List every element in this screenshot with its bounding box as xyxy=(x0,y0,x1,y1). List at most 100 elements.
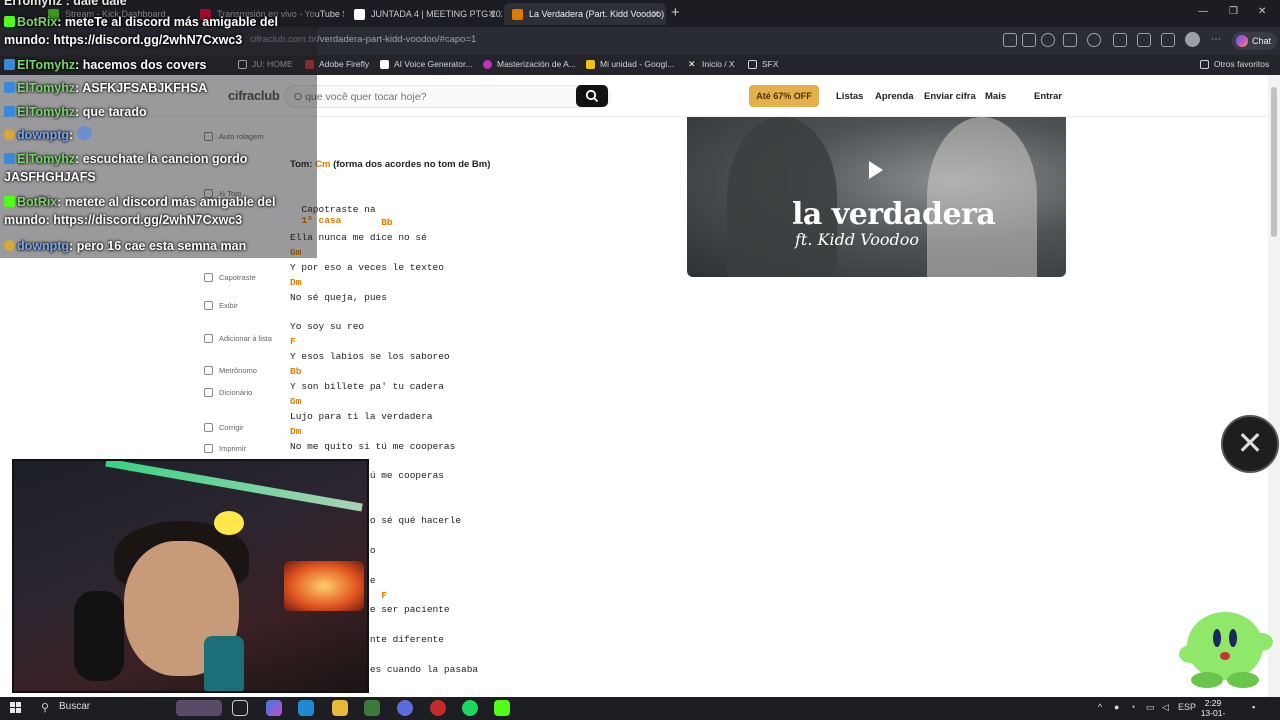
add-list-tool[interactable]: Adicionar à lista xyxy=(204,334,274,343)
other-bookmarks-label: Otros favoritos xyxy=(1214,59,1270,69)
new-tab-button[interactable]: + xyxy=(671,4,680,21)
tab-cifraclub[interactable]: La Verdadera (Part. Kidd Voodoo) ✕ xyxy=(504,3,666,25)
chord-line[interactable]: Dm xyxy=(290,277,301,288)
search-icon[interactable]: ⚲ xyxy=(41,701,49,714)
close-icon[interactable]: ✕ xyxy=(488,9,496,20)
fix-tool[interactable]: Corrigir xyxy=(204,423,274,432)
task-view-icon[interactable] xyxy=(232,700,248,716)
nav-enviar-cifra[interactable]: Enviar cifra xyxy=(924,91,976,102)
chord-line[interactable]: Dm xyxy=(290,426,301,437)
bookmark-label: Mi unidad - Googl... xyxy=(600,59,675,69)
led-strip xyxy=(105,461,363,512)
taskbar-widget[interactable] xyxy=(176,700,222,716)
copilot-chat-button[interactable]: Chat xyxy=(1232,32,1278,50)
extensions-icon[interactable] xyxy=(1113,33,1127,47)
lyric-line: No sé queja, pues xyxy=(290,291,387,303)
metronome-icon xyxy=(204,366,213,375)
nav-entrar[interactable]: Entrar xyxy=(1034,91,1062,102)
other-bookmarks[interactable]: Otros favoritos xyxy=(1200,59,1269,69)
chord-line[interactable]: F xyxy=(290,336,296,347)
dictionary-tool[interactable]: Dicionário xyxy=(204,388,274,397)
bookmark-item[interactable]: Mi unidad - Googl... xyxy=(586,59,674,69)
bookmark-label: SFX xyxy=(762,59,779,69)
file-explorer-icon[interactable] xyxy=(332,700,348,716)
nav-mais[interactable]: Mais xyxy=(985,91,1006,102)
store-icon[interactable] xyxy=(364,700,380,716)
microphone xyxy=(204,636,244,691)
volume-icon[interactable]: ◁ xyxy=(1162,702,1169,713)
verified-badge-icon xyxy=(4,106,15,117)
maximize-icon[interactable]: ❐ xyxy=(1229,6,1238,17)
tool-label: Corrigir xyxy=(219,423,244,432)
battery-icon[interactable]: ▭ xyxy=(1146,702,1155,713)
scroll-thumb[interactable] xyxy=(1271,87,1277,237)
close-icon[interactable]: ✕ xyxy=(652,9,660,20)
chord-line[interactable]: Gm xyxy=(290,396,301,407)
refresh-icon[interactable] xyxy=(1087,33,1101,47)
search-button[interactable] xyxy=(576,85,608,107)
notification-icon[interactable]: ▪ xyxy=(1252,702,1255,712)
wifi-icon[interactable]: ◔ xyxy=(1130,702,1135,712)
edit-icon xyxy=(204,423,213,432)
minimize-icon[interactable]: — xyxy=(1198,6,1208,17)
clock[interactable]: 2:29 13-01-2026 xyxy=(1196,698,1230,720)
capo-tool[interactable]: Capotraste xyxy=(204,273,274,282)
key-chord[interactable]: Cm xyxy=(315,159,330,170)
kick-app-icon[interactable] xyxy=(494,700,510,716)
bookmark-label: Adobe Firefly xyxy=(319,59,370,69)
banana-decoration xyxy=(214,511,244,535)
video-player[interactable]: la verdadera ft. Kidd Voodoo xyxy=(687,117,1066,277)
print-tool[interactable]: Imprimir xyxy=(204,444,274,453)
streamer-webcam xyxy=(12,459,369,693)
chat-username: ElTomyhz xyxy=(17,152,76,166)
bookmark-icon xyxy=(483,59,492,69)
verified-badge-icon xyxy=(4,59,15,70)
search-input[interactable] xyxy=(284,85,610,108)
menu-dots-icon[interactable]: ⋯ xyxy=(1211,34,1221,45)
chord-line[interactable]: Bb xyxy=(290,366,301,377)
bookmark-item[interactable]: ✕ Inicio / X xyxy=(688,59,735,69)
nav-aprenda[interactable]: Aprenda xyxy=(875,91,914,102)
lyric-line: Yo soy su reo xyxy=(290,321,365,333)
language-indicator[interactable]: ESP xyxy=(1178,702,1196,712)
fireplace-light xyxy=(284,561,364,611)
bookmark-folder[interactable]: SFX xyxy=(748,59,779,69)
chat-username: ElTomyhz xyxy=(17,105,76,119)
video-subtitle: ft. Kidd Voodoo xyxy=(795,230,920,249)
chevron-up-icon[interactable]: ^ xyxy=(1098,702,1102,712)
stream-chat-overlay: ElTomyhz : dale dale BotRix: meteTe al d… xyxy=(0,0,317,258)
favorites-icon[interactable] xyxy=(1137,33,1151,47)
folder-icon xyxy=(1200,59,1209,69)
search-icon xyxy=(585,89,599,103)
taskbar-search[interactable]: Buscar xyxy=(59,701,90,712)
emote-badge-icon xyxy=(4,129,15,140)
copilot-app-icon[interactable] xyxy=(266,700,282,716)
more-icon[interactable] xyxy=(1041,33,1055,47)
promo-button[interactable]: Até 67% OFF xyxy=(749,85,819,107)
spotify-icon[interactable] xyxy=(462,700,478,716)
edge-icon[interactable] xyxy=(298,700,314,716)
obs-icon[interactable] xyxy=(430,700,446,716)
chat-label: Chat xyxy=(1252,36,1272,46)
profile-avatar[interactable] xyxy=(1185,32,1200,47)
play-icon[interactable] xyxy=(869,161,883,179)
metronome-tool[interactable]: Metrônomo xyxy=(204,366,274,375)
discord-icon[interactable] xyxy=(397,700,413,716)
windows-taskbar: ⚲ Buscar ^ ● ◔ ▭ ◁ ESP 2:29 13-01-2026 ▪ xyxy=(0,697,1280,720)
show-tool[interactable]: Exibir xyxy=(204,301,274,310)
chat-username: downptg xyxy=(17,128,70,142)
folder-icon xyxy=(748,59,757,69)
bookmark-item[interactable]: AI Voice Generator... xyxy=(380,59,472,69)
download-icon[interactable] xyxy=(1161,33,1175,47)
verified-badge-icon xyxy=(4,153,15,164)
bookmark-item[interactable]: Masterización de A... xyxy=(483,59,576,69)
close-window-icon[interactable]: ✕ xyxy=(1258,6,1266,17)
nav-listas[interactable]: Listas xyxy=(836,91,863,102)
tab-notion-meeting[interactable]: JUNTADA 4 | MEETING PTG 2026 ✕ xyxy=(346,3,502,25)
star-icon[interactable] xyxy=(1063,33,1077,47)
mic-icon[interactable]: ● xyxy=(1114,702,1119,712)
translate-icon[interactable] xyxy=(1022,33,1036,47)
windows-start-icon[interactable] xyxy=(10,702,22,714)
split-screen-icon[interactable] xyxy=(1003,33,1017,47)
floating-x-button[interactable]: ✕ xyxy=(1221,415,1279,473)
